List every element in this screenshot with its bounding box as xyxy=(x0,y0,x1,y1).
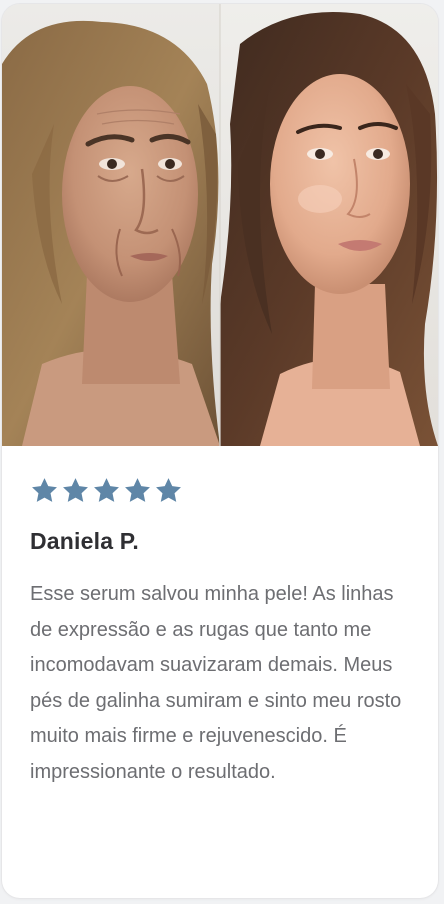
review-card: Daniela P. Esse serum salvou minha pele!… xyxy=(2,4,438,898)
star-icon xyxy=(63,477,88,502)
star-icon xyxy=(156,477,181,502)
after-photo xyxy=(220,4,438,446)
star-icon xyxy=(32,477,57,502)
star-rating xyxy=(30,474,420,506)
photo-divider xyxy=(219,4,221,446)
reviewer-name: Daniela P. xyxy=(30,528,139,554)
review-content: Daniela P. Esse serum salvou minha pele!… xyxy=(30,474,420,790)
before-after-photo xyxy=(2,4,438,446)
star-icon xyxy=(94,477,119,502)
before-photo xyxy=(2,4,220,446)
review-text: Esse serum salvou minha pele! As linhas … xyxy=(30,583,402,783)
star-icon xyxy=(125,477,150,502)
